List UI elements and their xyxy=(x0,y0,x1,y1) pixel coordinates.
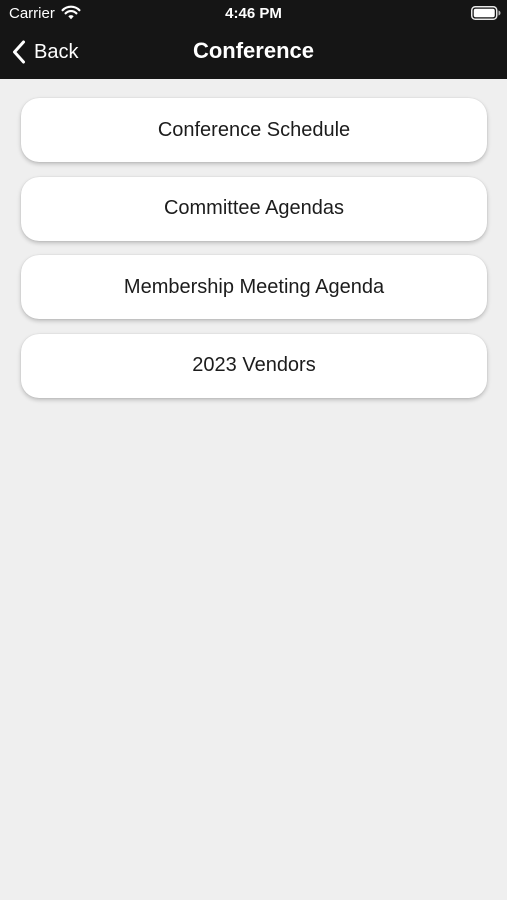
status-time: 4:46 PM xyxy=(225,5,282,22)
menu-list: Conference Schedule Committee Agendas Me… xyxy=(21,98,487,412)
menu-item-label: Membership Meeting Agenda xyxy=(123,275,385,298)
vendors-2023-button[interactable]: 2023 Vendors xyxy=(21,333,487,398)
back-label: Back xyxy=(34,40,79,63)
chevron-left-icon xyxy=(12,40,26,64)
battery-icon xyxy=(471,6,501,20)
menu-item-label: Conference Schedule xyxy=(157,118,351,141)
membership-meeting-agenda-button[interactable]: Membership Meeting Agenda xyxy=(21,255,487,319)
menu-item-label: Committee Agendas xyxy=(163,197,345,219)
top-bar: Carrier 4:46 PM Back Conference xyxy=(0,0,507,79)
navigation-bar: Back Conference xyxy=(0,28,507,79)
committee-agendas-button[interactable]: Committee Agendas xyxy=(21,176,487,241)
menu-item-label: 2023 Vendors xyxy=(192,354,316,376)
back-button[interactable]: Back xyxy=(12,36,78,68)
conference-schedule-button[interactable]: Conference Schedule xyxy=(21,98,487,162)
status-bar: Carrier 4:46 PM xyxy=(0,0,507,28)
